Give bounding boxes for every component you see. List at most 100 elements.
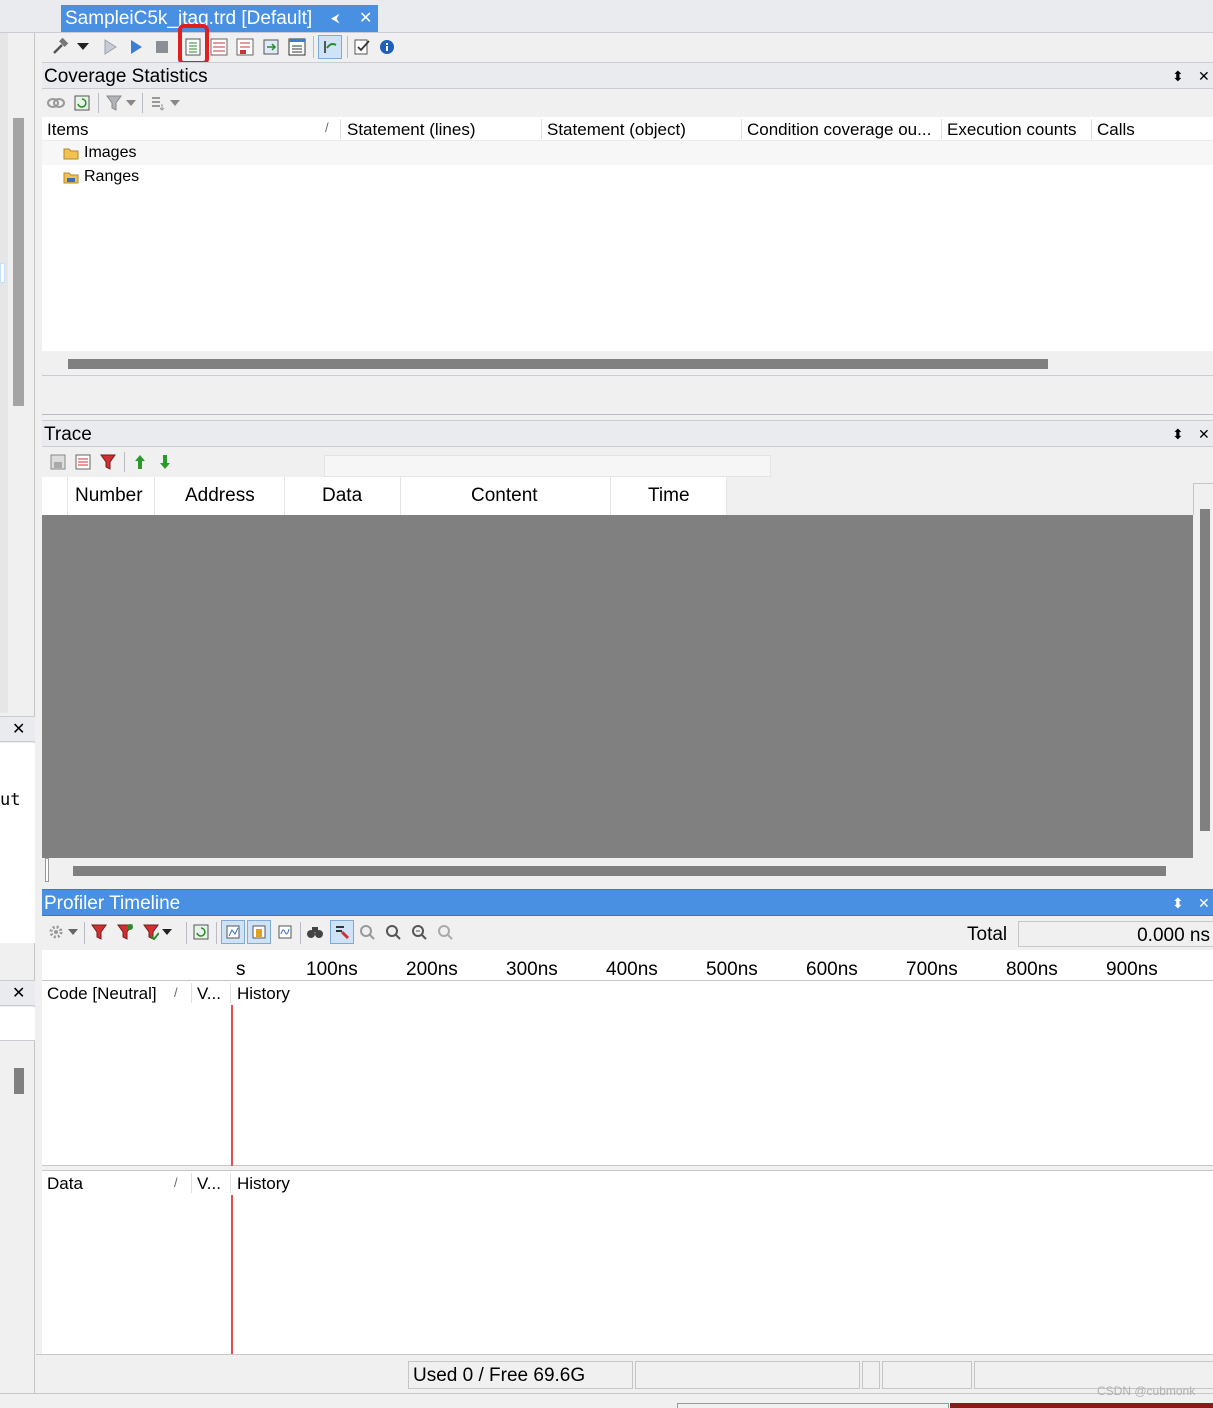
left-panel-close-icon[interactable]: ✕ [12, 719, 25, 739]
arrow-down-icon[interactable] [155, 452, 175, 472]
coverage-panel-header: Coverage Statistics ⬍ ✕ [42, 62, 1213, 89]
checklist-icon[interactable] [352, 37, 372, 57]
filter-icon[interactable] [98, 452, 118, 472]
tree-row[interactable]: Ranges [42, 165, 1213, 189]
arrow-up-icon[interactable] [130, 452, 150, 472]
coverage-list-icon[interactable] [183, 37, 203, 57]
hscrollbar-thumb[interactable] [73, 866, 1166, 876]
toolbar-separator [347, 36, 348, 58]
refresh-icon[interactable] [72, 93, 92, 113]
list-window-icon[interactable] [287, 37, 307, 57]
coverage-hscrollbar[interactable] [42, 351, 1213, 376]
document-tab[interactable]: SampleiC5k_jtag.trd [Default] ⮜ ✕ [61, 5, 378, 32]
timeline-tick: 200ns [406, 959, 458, 980]
left-panel-body: ut [0, 743, 35, 943]
trace-grid-icon[interactable] [209, 37, 229, 57]
left-panel-2-body [0, 1007, 35, 1041]
timeline-tick: 600ns [806, 959, 858, 980]
timeline-marker [231, 1195, 233, 1355]
profiler-close-icon[interactable]: ✕ [1198, 890, 1210, 917]
column-address[interactable]: Address [185, 485, 255, 507]
trace-hscrollbar[interactable] [42, 858, 1213, 885]
chart-view-icon[interactable] [221, 920, 245, 944]
timeline-marker [231, 1005, 233, 1166]
info-icon[interactable] [377, 37, 397, 57]
filter-add-icon[interactable] [115, 922, 135, 942]
sort-indicator: / [174, 1175, 178, 1190]
filter-icon[interactable] [89, 922, 109, 942]
save-icon[interactable] [48, 452, 68, 472]
zoom-reset-icon[interactable] [435, 922, 455, 942]
trace-search-area[interactable] [324, 455, 771, 477]
zoom-out-icon[interactable] [383, 922, 403, 942]
trace-vscrollbar[interactable] [1193, 509, 1213, 858]
export-icon[interactable] [261, 37, 281, 57]
column-time[interactable]: Time [648, 485, 690, 507]
column-execution-counts[interactable]: Execution counts [947, 120, 1076, 140]
column-number[interactable]: Number [75, 485, 143, 507]
filter-check-icon[interactable] [141, 922, 161, 942]
hscrollbar-thumb[interactable] [68, 359, 1048, 369]
panel-dropdown-icon[interactable]: ⬍ [1172, 63, 1184, 90]
column-condition-coverage[interactable]: Condition coverage ou... [747, 120, 931, 140]
chevron-down-icon[interactable] [124, 93, 138, 113]
gear-icon[interactable] [46, 922, 66, 942]
column-content[interactable]: Content [471, 485, 538, 507]
goto-icon[interactable] [318, 35, 342, 59]
column-statement-lines[interactable]: Statement (lines) [347, 120, 476, 140]
chevron-down-icon[interactable] [168, 93, 182, 113]
column-calls[interactable]: Calls [1097, 120, 1135, 140]
data-name-column[interactable]: Data [47, 1174, 83, 1194]
trace-close-icon[interactable]: ✕ [1198, 421, 1210, 448]
bottom-bar-accent [950, 1403, 1213, 1408]
trace-grid-icon[interactable] [73, 452, 93, 472]
left-panel-2-close-icon[interactable]: ✕ [12, 983, 25, 1003]
stop-icon[interactable] [152, 37, 172, 57]
tree-row-label: Ranges [84, 168, 140, 185]
sort-indicator: / [325, 120, 329, 135]
timeline-tick: 900ns [1106, 959, 1158, 980]
status-cell [862, 1361, 880, 1389]
column-divider [400, 477, 401, 515]
left-scrollbar-thumb[interactable] [13, 118, 24, 406]
left-dock-strip: ✕ ut ✕ [0, 33, 35, 1407]
zoom-tool-icon[interactable] [330, 920, 354, 944]
chevron-down-icon[interactable] [76, 37, 90, 57]
hammer-icon[interactable] [50, 37, 70, 57]
zoom-fit-icon[interactable] [409, 922, 429, 942]
panel-dropdown-icon[interactable]: ⬍ [1172, 421, 1184, 448]
run-icon[interactable] [126, 37, 146, 57]
bar-view-icon[interactable] [247, 920, 271, 944]
zoom-in-icon[interactable] [357, 922, 377, 942]
coverage-close-icon[interactable]: ✕ [1198, 63, 1210, 90]
link-icon[interactable] [46, 93, 66, 113]
column-data[interactable]: Data [322, 485, 362, 507]
refresh-icon[interactable] [191, 922, 211, 942]
report-icon[interactable] [235, 37, 255, 57]
timeline-tick: s [236, 959, 246, 980]
vscrollbar-thumb[interactable] [1200, 509, 1210, 831]
binoculars-icon[interactable] [305, 922, 325, 942]
tree-row[interactable]: Images [42, 141, 1213, 165]
coverage-footer [42, 377, 1213, 415]
column-statement-object[interactable]: Statement (object) [547, 120, 686, 140]
left-panel-2-scroll-thumb[interactable] [14, 1068, 24, 1094]
pin-icon[interactable]: ⮜ [331, 5, 340, 32]
code-name-column[interactable]: Code [Neutral] [47, 984, 157, 1004]
columns-icon[interactable] [148, 93, 168, 113]
run-outline-icon[interactable] [100, 37, 120, 57]
chevron-down-icon[interactable] [160, 922, 174, 942]
data-value-column[interactable]: V... [197, 1174, 221, 1194]
code-history-column[interactable]: History [237, 984, 290, 1004]
code-value-column[interactable]: V... [197, 984, 221, 1004]
column-items[interactable]: Items [47, 120, 89, 140]
data-history-column[interactable]: History [237, 1174, 290, 1194]
left-dock-area [0, 33, 8, 713]
chevron-down-icon[interactable] [66, 922, 80, 942]
timeline-ruler: s 100ns 200ns 300ns 400ns 500ns 600ns 70… [42, 950, 1213, 981]
filter-icon[interactable] [104, 93, 124, 113]
wave-view-icon[interactable] [275, 922, 295, 942]
toolbar-separator [84, 922, 85, 944]
panel-dropdown-icon[interactable]: ⬍ [1172, 890, 1184, 917]
document-tab-close-icon[interactable]: ✕ [359, 5, 372, 32]
